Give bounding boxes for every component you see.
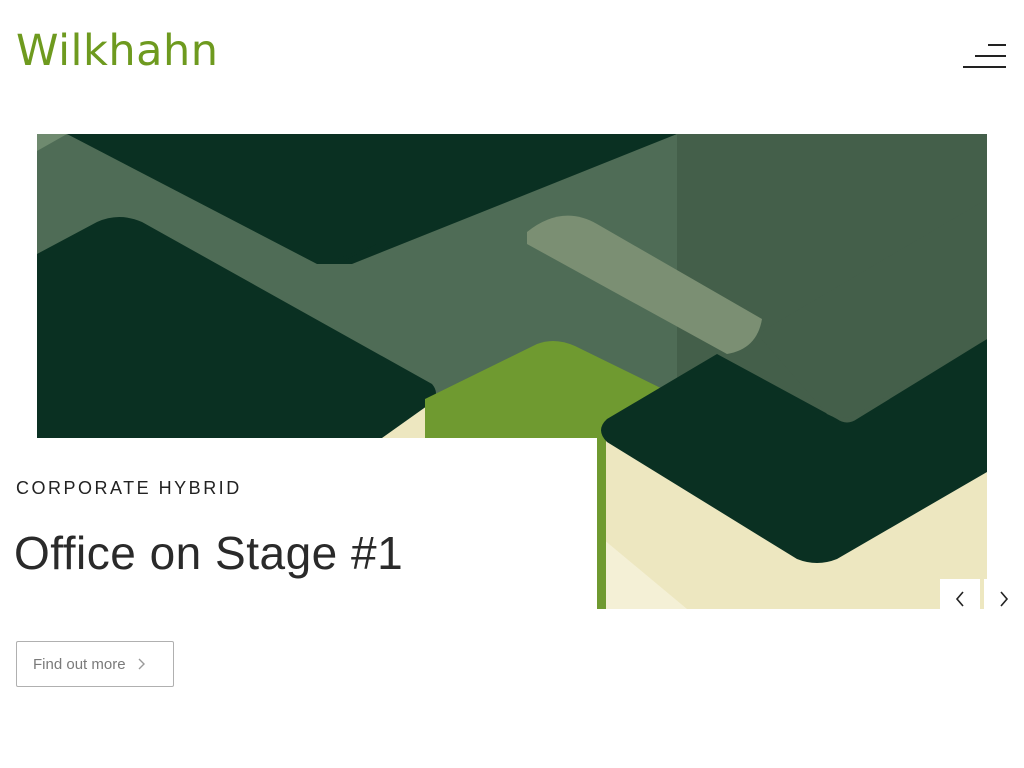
hamburger-menu-icon — [988, 44, 1006, 46]
find-out-more-button[interactable]: Find out more — [16, 641, 174, 687]
carousel-next-button[interactable] — [984, 579, 1024, 623]
chevron-left-icon — [955, 590, 965, 612]
menu-button[interactable] — [958, 40, 1012, 72]
chevron-right-icon — [138, 658, 146, 670]
find-out-more-label: Find out more — [33, 655, 126, 673]
chevron-right-icon — [999, 590, 1009, 612]
wilkhahn-logo[interactable]: Wilkhahn — [16, 30, 218, 73]
carousel-prev-button[interactable] — [940, 579, 980, 623]
hero-title: Office on Stage #1 — [14, 527, 404, 579]
hero-kicker: CORPORATE HYBRID — [16, 478, 242, 498]
